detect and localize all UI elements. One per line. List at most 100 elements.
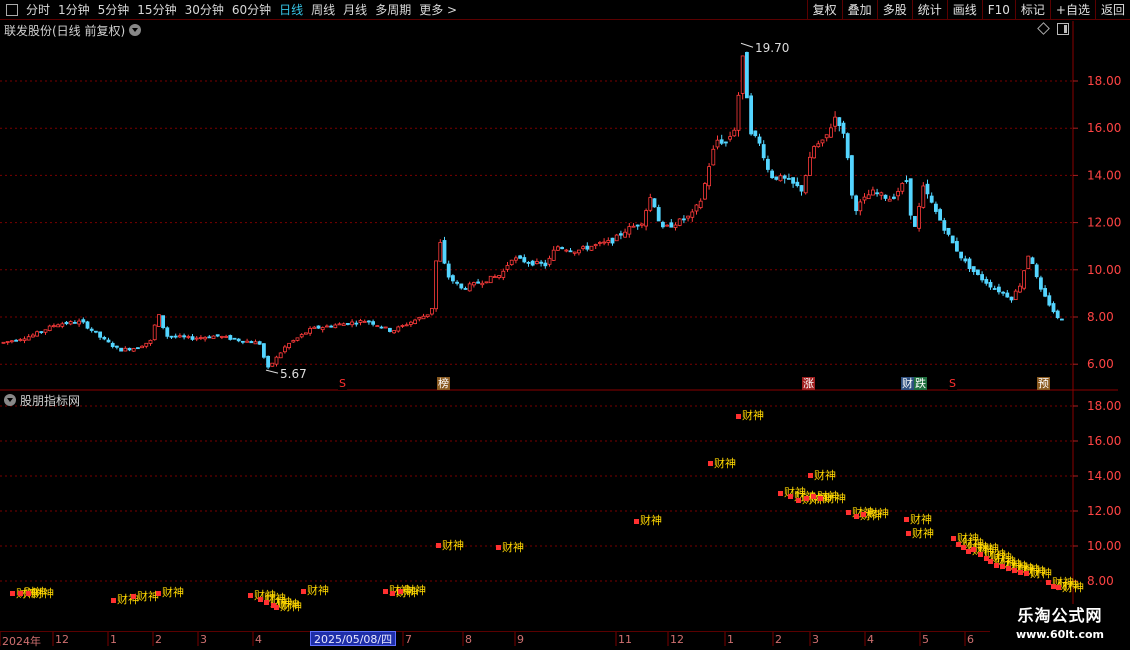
candle-body xyxy=(35,331,39,337)
candle-body xyxy=(110,342,115,347)
candle-body xyxy=(308,327,313,334)
candle-body xyxy=(707,166,711,187)
candle-body xyxy=(455,281,460,284)
candle-body xyxy=(976,269,980,275)
candle-body xyxy=(581,246,585,249)
signal-dot-icon xyxy=(846,510,851,515)
main-y-tick-label: 14.00 xyxy=(1087,168,1121,182)
low-price-label: 5.67 xyxy=(280,367,307,381)
candle-body xyxy=(921,185,926,208)
candle-body xyxy=(39,331,44,333)
date-tick: 8 xyxy=(465,633,472,646)
event-marker-0[interactable]: S xyxy=(338,377,347,390)
candle-body xyxy=(366,320,371,323)
candle-body xyxy=(1039,277,1043,290)
candle-body xyxy=(871,189,875,196)
main-y-tick-label: 16.00 xyxy=(1087,121,1121,135)
candle-body xyxy=(425,314,430,317)
candle-body xyxy=(950,235,955,244)
caishen-signal: 财神 xyxy=(861,508,889,520)
signal-dot-icon xyxy=(804,496,809,501)
candle-body xyxy=(5,341,10,343)
signal-dot-icon xyxy=(906,531,911,536)
candle-body xyxy=(635,224,640,227)
date-tick: 2 xyxy=(155,633,162,646)
candle-body xyxy=(123,347,128,352)
candle-body xyxy=(26,336,31,341)
candle-body xyxy=(913,216,917,227)
candle-body xyxy=(766,158,770,170)
dropdown-icon[interactable] xyxy=(4,394,16,406)
event-marker-3[interactable]: 财 xyxy=(901,377,914,390)
candle-body xyxy=(1,341,6,344)
candle-body xyxy=(526,262,531,264)
candle-body xyxy=(434,260,439,310)
candle-body xyxy=(442,240,447,264)
candle-body xyxy=(320,327,325,331)
signal-dot-icon xyxy=(634,518,639,524)
candle-body xyxy=(854,195,858,212)
candle-body xyxy=(644,210,648,227)
candle-body xyxy=(1030,257,1035,265)
candle-body xyxy=(879,192,884,196)
candle-body xyxy=(1005,292,1010,298)
candle-body xyxy=(984,278,989,284)
candle-body xyxy=(358,320,363,323)
signal-dot-icon xyxy=(10,591,15,597)
candle-body xyxy=(530,260,535,266)
candle-body xyxy=(917,206,921,229)
candle-body xyxy=(505,265,510,270)
candle-body xyxy=(803,175,808,194)
candle-body xyxy=(299,334,304,338)
signal-text: 财神 xyxy=(404,584,426,598)
candle-body xyxy=(392,330,397,334)
signal-dot-icon xyxy=(971,546,976,552)
event-marker-5[interactable]: S xyxy=(948,377,957,390)
candle-body xyxy=(1026,255,1031,269)
candle-body xyxy=(589,245,594,251)
candle-body xyxy=(904,180,909,182)
candle-body xyxy=(665,224,669,227)
candle-body xyxy=(102,336,107,340)
candle-body xyxy=(56,324,60,328)
signal-text: 财神 xyxy=(867,507,889,521)
candle-body xyxy=(68,321,73,325)
candle-body xyxy=(450,275,455,282)
candle-body xyxy=(715,139,720,148)
event-marker-4[interactable]: 跌 xyxy=(914,377,927,390)
candle-body xyxy=(186,336,191,338)
signal-dot-icon xyxy=(1018,569,1023,575)
candle-body xyxy=(883,194,888,199)
candle-body xyxy=(467,283,472,292)
candle-body xyxy=(266,355,271,368)
event-marker-2[interactable]: 涨 xyxy=(802,377,815,390)
candle-body xyxy=(568,250,573,253)
candle-body xyxy=(135,347,140,350)
candle-body xyxy=(22,338,27,341)
candle-body xyxy=(316,325,321,329)
caishen-signal: 财神 xyxy=(736,410,764,422)
candle-body xyxy=(203,336,208,340)
candle-body xyxy=(677,218,682,226)
candle-body xyxy=(560,247,564,250)
date-tick: 5 xyxy=(922,633,929,646)
candle-body xyxy=(295,337,300,341)
date-tick: 12 xyxy=(55,633,69,646)
signal-dot-icon xyxy=(994,562,999,568)
main-y-tick-label: 18.00 xyxy=(1087,74,1121,88)
candle-body xyxy=(1047,295,1052,306)
candle-body xyxy=(564,249,569,252)
candle-body xyxy=(215,334,220,337)
candle-body xyxy=(875,192,879,195)
watermark-url: www.60lt.com xyxy=(1015,628,1105,641)
candle-body xyxy=(514,257,518,261)
caishen-signal: 财神 xyxy=(131,590,159,603)
candle-body xyxy=(698,200,703,208)
candle-body xyxy=(119,347,123,352)
caishen-signal: 财神 xyxy=(398,585,426,597)
event-marker-6[interactable]: 预 xyxy=(1037,377,1050,390)
low-marker-line xyxy=(265,369,279,374)
high-marker-line xyxy=(740,42,754,48)
candle-body xyxy=(211,335,216,339)
event-marker-1[interactable]: 榜 xyxy=(437,377,450,390)
